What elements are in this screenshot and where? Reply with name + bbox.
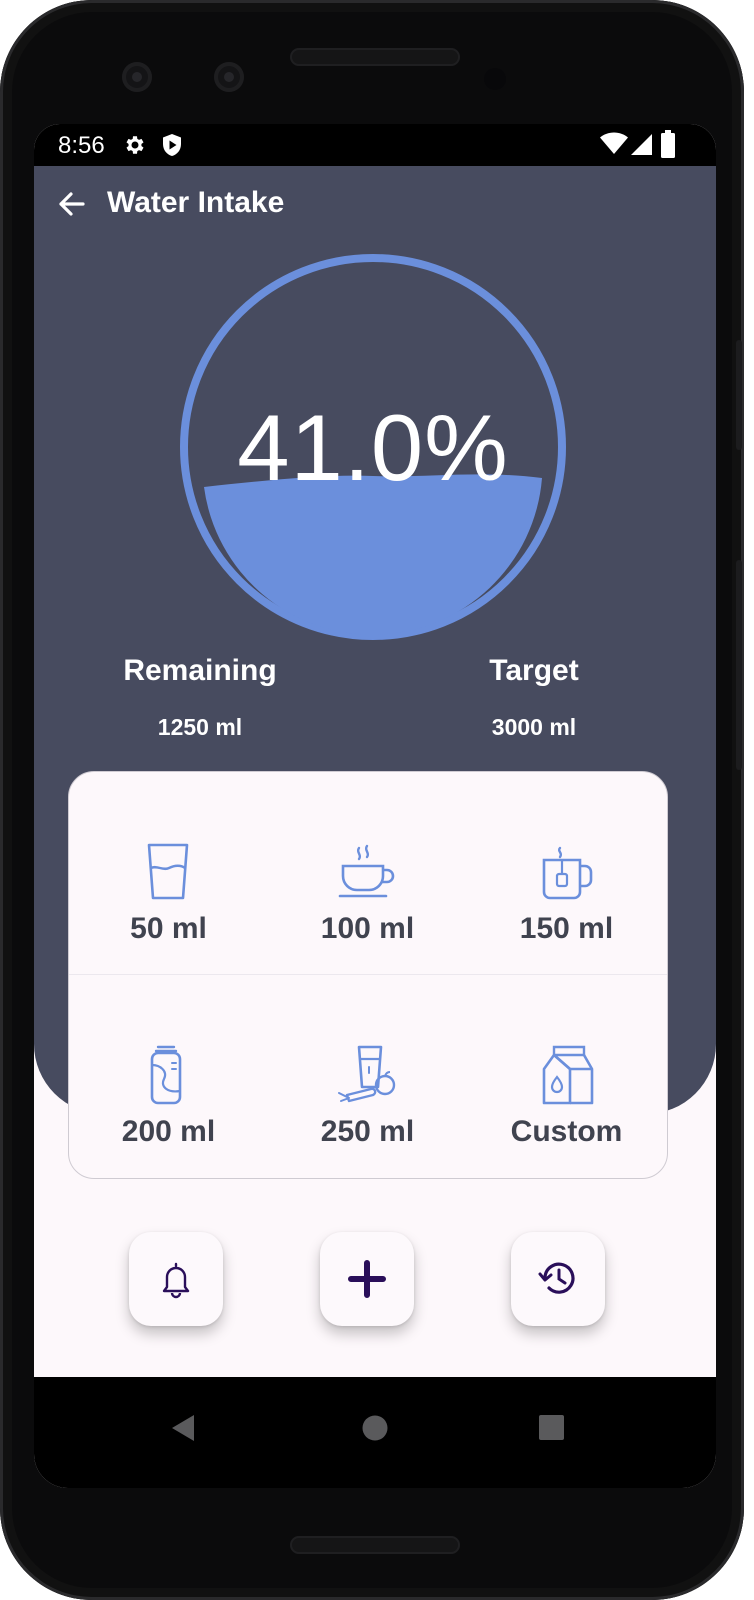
circle-home-icon bbox=[362, 1415, 388, 1441]
front-camera-left bbox=[122, 62, 152, 92]
arrow-left-icon bbox=[59, 192, 85, 216]
target-label: Target bbox=[489, 654, 579, 687]
status-bar: 8:56 bbox=[34, 124, 716, 166]
back-button[interactable] bbox=[52, 184, 92, 224]
can-icon bbox=[150, 1045, 182, 1105]
reminder-button[interactable] bbox=[129, 1232, 223, 1326]
preset-card: 50 ml 100 ml 150 ml 200 ml 250 ml Custom bbox=[68, 771, 668, 1179]
status-time: 8:56 bbox=[58, 132, 105, 159]
volume-button bbox=[736, 560, 742, 770]
bottom-speaker bbox=[290, 1536, 460, 1554]
remaining-value: 1250 ml bbox=[157, 714, 243, 740]
preset-50ml[interactable]: 50 ml bbox=[69, 772, 268, 972]
preset-200ml[interactable]: 200 ml bbox=[69, 975, 268, 1175]
preset-150ml[interactable]: 150 ml bbox=[467, 772, 666, 972]
preset-label: 100 ml bbox=[320, 912, 415, 945]
plus-icon bbox=[348, 1260, 386, 1298]
add-intake-button[interactable] bbox=[320, 1232, 414, 1326]
juice-glass-icon bbox=[338, 1045, 396, 1103]
preset-label: 150 ml bbox=[519, 912, 614, 945]
preset-100ml[interactable]: 100 ml bbox=[268, 772, 467, 972]
nav-recents-button[interactable] bbox=[532, 1407, 572, 1447]
system-nav-bar bbox=[34, 1377, 716, 1488]
signal-icon bbox=[630, 133, 654, 164]
milk-carton-icon bbox=[542, 1045, 594, 1105]
tea-mug-icon bbox=[542, 846, 593, 900]
preset-custom[interactable]: Custom bbox=[467, 975, 666, 1175]
app-bar: Water Intake bbox=[34, 166, 716, 245]
battery-icon bbox=[661, 130, 675, 165]
preset-label: 250 ml bbox=[320, 1115, 415, 1148]
bell-icon bbox=[162, 1262, 190, 1299]
preset-250ml[interactable]: 250 ml bbox=[268, 975, 467, 1175]
nav-back-button[interactable] bbox=[162, 1407, 202, 1447]
wifi-icon bbox=[600, 132, 628, 163]
glass-icon bbox=[147, 843, 189, 900]
top-speaker bbox=[290, 48, 460, 66]
triangle-back-icon bbox=[172, 1415, 194, 1441]
power-button bbox=[736, 340, 742, 450]
preset-label: Custom bbox=[510, 1115, 623, 1148]
preset-label: 200 ml bbox=[121, 1115, 216, 1148]
history-button[interactable] bbox=[511, 1232, 605, 1326]
preset-label: 50 ml bbox=[130, 912, 207, 945]
gear-icon bbox=[123, 133, 147, 164]
phone-frame: 8:56 Water Intake 41.0% Remaining 1250 m… bbox=[0, 0, 744, 1600]
coffee-cup-icon bbox=[338, 844, 395, 898]
nav-home-button[interactable] bbox=[355, 1407, 395, 1447]
progress-percent: 41.0% bbox=[237, 395, 509, 500]
remaining-label: Remaining bbox=[123, 654, 277, 687]
target-value: 3000 ml bbox=[491, 714, 577, 740]
square-recents-icon bbox=[539, 1415, 564, 1440]
screen: 8:56 Water Intake 41.0% Remaining 1250 m… bbox=[34, 124, 716, 1488]
page-title: Water Intake bbox=[107, 186, 285, 219]
proximity-sensor bbox=[484, 68, 506, 90]
front-camera-right bbox=[214, 62, 244, 92]
shield-icon bbox=[161, 133, 183, 164]
history-icon bbox=[538, 1262, 575, 1294]
